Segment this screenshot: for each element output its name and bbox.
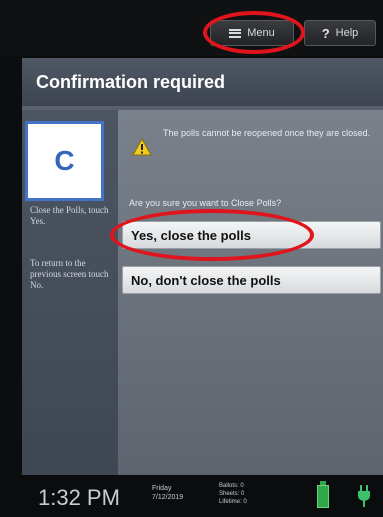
warning-message: The polls cannot be reopened once they a…: [163, 128, 371, 138]
date-label: 7/12/2019: [152, 494, 184, 501]
lifetime-count: Lifetime: 0: [219, 499, 247, 505]
instruction-yes: Close the Polls, touch Yes.: [30, 205, 109, 226]
help-button-label: Help: [335, 27, 359, 39]
no-button-label: No, don't close the polls: [131, 272, 281, 288]
sheets-count: Sheets: 0: [219, 491, 245, 497]
instruction-no: To return to the previous screen touch N…: [30, 258, 109, 290]
ballots-count: Ballots: 0: [219, 483, 244, 489]
confirmation-question: Are you sure you want to Close Polls?: [129, 198, 282, 208]
battery-icon: [317, 485, 329, 508]
ballot-counters: Ballots: 0 Sheets: 0 Lifetime: 0: [219, 482, 247, 506]
question-icon: ?: [321, 25, 330, 41]
plug-icon: [358, 485, 370, 507]
no-dont-close-polls-button[interactable]: No, don't close the polls: [122, 266, 381, 294]
help-button[interactable]: ? Help: [304, 20, 376, 46]
clock-time: 1:32 PM: [38, 485, 120, 510]
menu-highlight-ring: [203, 11, 305, 54]
day-label: Friday: [152, 485, 172, 492]
clock-date: Friday 7/12/2019: [152, 484, 183, 502]
yes-highlight-ring: [110, 209, 314, 261]
warning-icon: [132, 138, 152, 156]
dialog-title: Confirmation required: [22, 58, 383, 106]
annotation-badge: C: [25, 121, 104, 201]
